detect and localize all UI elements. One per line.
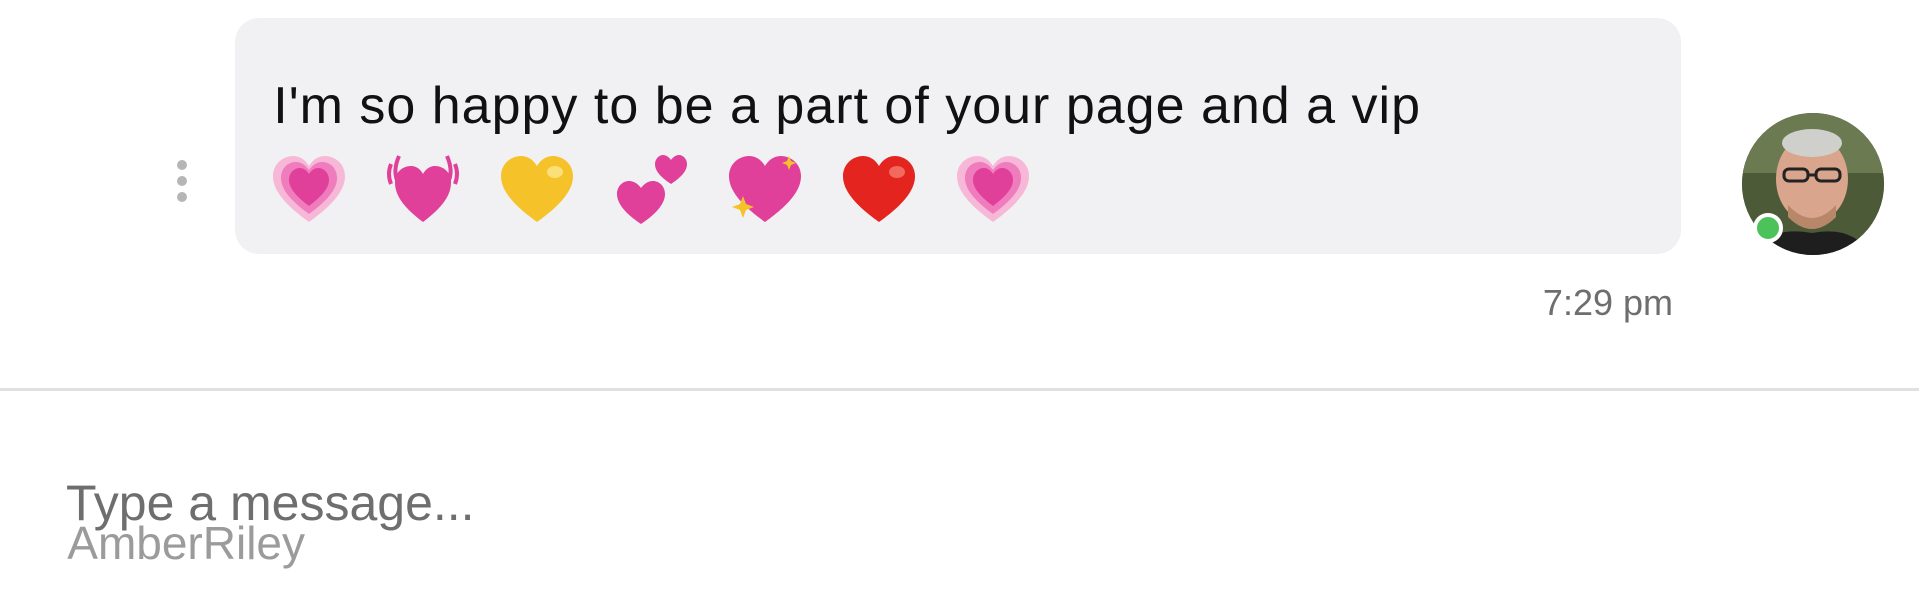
more-options-icon[interactable] bbox=[176, 160, 188, 208]
message-timestamp: 7:29 pm bbox=[1542, 282, 1673, 323]
composer-divider bbox=[0, 388, 1919, 391]
chat-screen: I'm so happy to be a part of your page a… bbox=[0, 0, 1919, 589]
yellow-heart-icon bbox=[501, 156, 573, 222]
sparkling-heart-icon bbox=[729, 156, 801, 222]
red-heart-icon bbox=[843, 156, 915, 222]
two-hearts-icon bbox=[617, 155, 687, 224]
message-text: I'm so happy to be a part of your page a… bbox=[273, 77, 1421, 135]
watermark-text: AmberRiley bbox=[67, 517, 305, 569]
message-bubble[interactable]: I'm so happy to be a part of your page a… bbox=[235, 18, 1681, 254]
growing-heart-icon bbox=[957, 156, 1029, 222]
beating-heart-icon bbox=[387, 155, 459, 222]
growing-heart-icon bbox=[273, 156, 345, 222]
emoji-row bbox=[235, 150, 1681, 240]
online-status-icon bbox=[1753, 213, 1783, 243]
